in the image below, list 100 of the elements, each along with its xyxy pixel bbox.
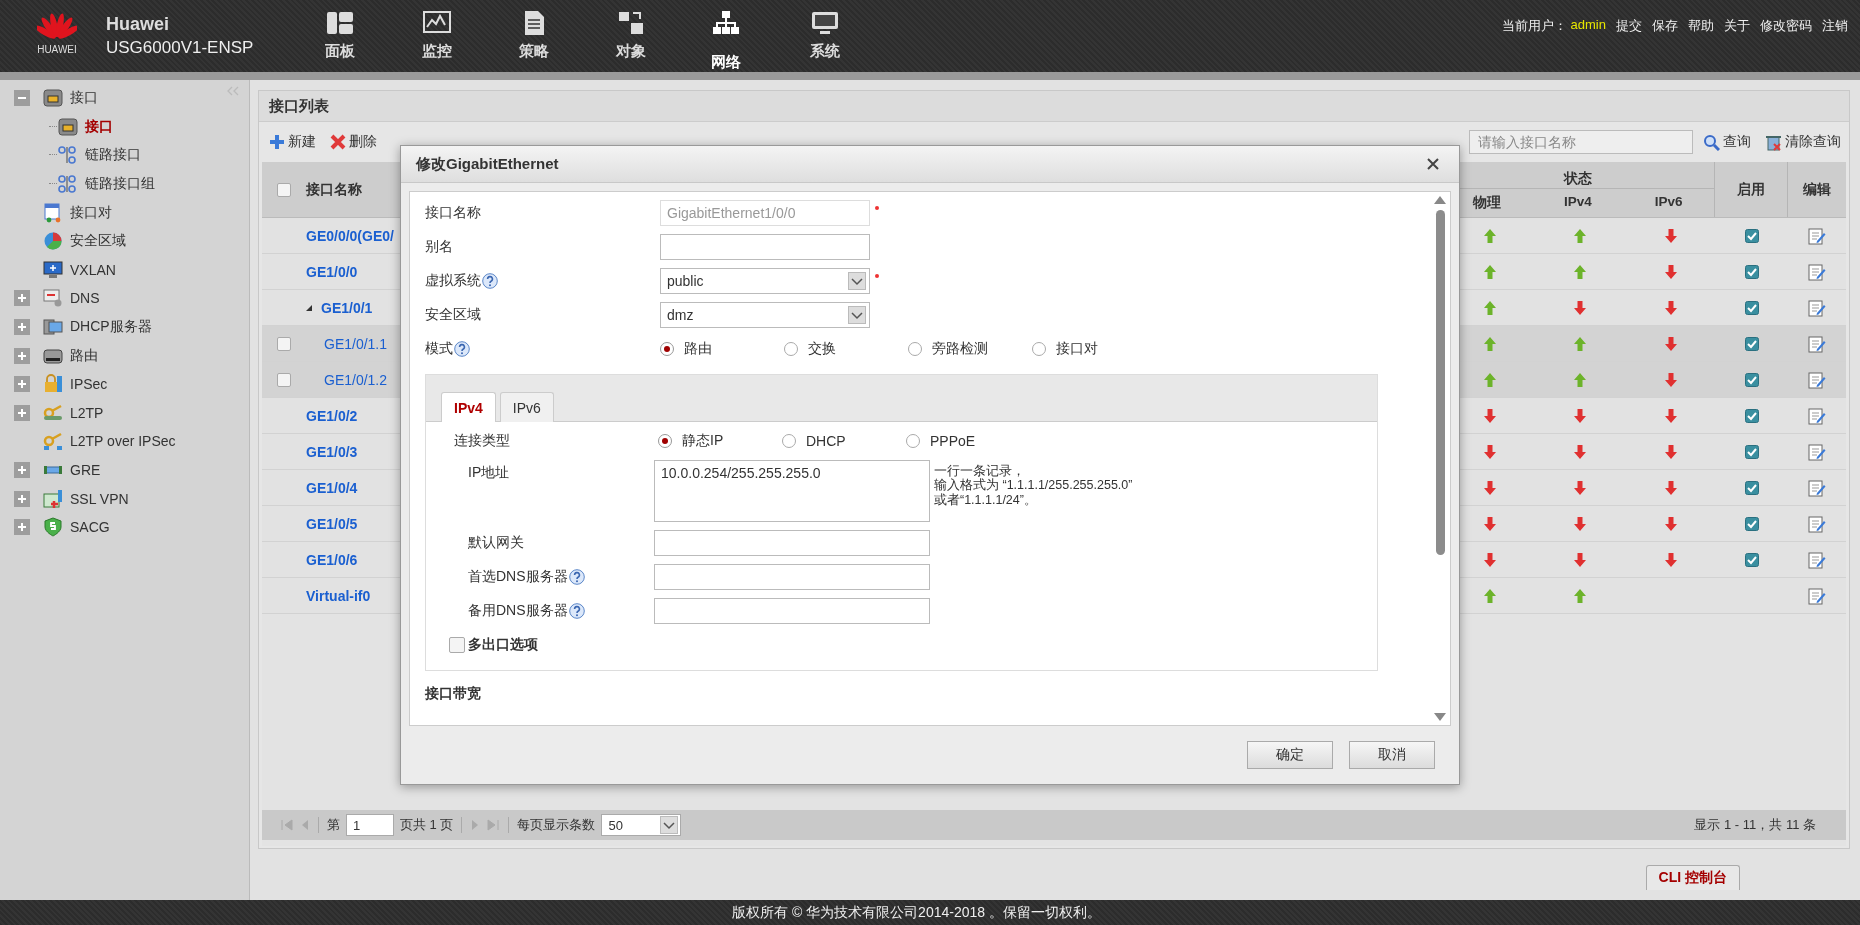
sidebar-item[interactable]: 路由 xyxy=(70,346,98,365)
edit-icon[interactable] xyxy=(1808,334,1826,353)
interface-link[interactable]: Virtual-if0 xyxy=(306,587,371,604)
enabled-checkbox[interactable] xyxy=(1745,228,1759,243)
interface-link[interactable]: GE1/0/4 xyxy=(306,479,358,496)
enabled-checkbox[interactable] xyxy=(1745,336,1759,351)
expand-toggle-icon[interactable] xyxy=(14,519,30,536)
header-link[interactable]: 提交 xyxy=(1616,17,1642,35)
dialog-button[interactable]: 取消 xyxy=(1349,741,1435,769)
delete-button[interactable]: 删除 xyxy=(330,133,377,151)
scroll-down-icon[interactable] xyxy=(1434,713,1446,721)
interface-link[interactable]: GE1/0/5 xyxy=(306,515,358,532)
edit-icon[interactable] xyxy=(1808,514,1826,533)
enabled-checkbox[interactable] xyxy=(1745,516,1759,531)
sidebar-item[interactable]: 接口 xyxy=(85,117,113,136)
nav-tab[interactable]: 系统 xyxy=(776,0,873,72)
search-button[interactable]: 查询 xyxy=(1703,133,1751,151)
enabled-checkbox[interactable] xyxy=(1745,264,1759,279)
sidebar-item[interactable]: L2TP over IPSec xyxy=(70,433,176,450)
expand-toggle-icon[interactable] xyxy=(14,290,30,307)
radio-button[interactable] xyxy=(908,342,922,356)
protocol-tab[interactable]: IPv6 xyxy=(499,392,554,422)
dropdown-field[interactable]: public xyxy=(660,268,870,294)
sidebar-item[interactable]: GRE xyxy=(70,462,101,478)
edit-icon[interactable] xyxy=(1808,370,1826,389)
sidebar-item[interactable]: SSL VPN xyxy=(70,490,129,507)
protocol-tab[interactable]: IPv4 xyxy=(441,392,496,422)
sidebar-item[interactable]: 链路接口组 xyxy=(85,175,155,194)
interface-link[interactable]: GE1/0/6 xyxy=(306,551,358,568)
edit-icon[interactable] xyxy=(1808,442,1826,461)
dropdown-field[interactable]: dmz xyxy=(660,302,870,328)
edit-icon[interactable] xyxy=(1808,586,1826,605)
enabled-checkbox[interactable] xyxy=(1745,552,1759,567)
page-size-dropdown[interactable]: 50 xyxy=(601,814,682,836)
interface-link[interactable]: GE1/0/2 xyxy=(306,407,358,424)
expand-toggle-icon[interactable] xyxy=(14,347,30,364)
sidebar-item[interactable]: L2TP xyxy=(70,404,104,421)
text-field[interactable] xyxy=(654,598,930,624)
radio-button[interactable] xyxy=(906,434,920,448)
expand-toggle-icon[interactable] xyxy=(14,404,30,421)
sidebar-item[interactable]: 安全区域 xyxy=(70,232,126,251)
radio-button[interactable] xyxy=(1032,342,1046,356)
edit-icon[interactable] xyxy=(1808,226,1826,245)
sidebar-item[interactable]: DNS xyxy=(70,290,100,307)
ip-address-field[interactable]: 10.0.0.254/255.255.255.0 xyxy=(654,460,930,522)
nav-tab[interactable]: 面板 xyxy=(291,0,388,72)
header-link[interactable]: 修改密码 xyxy=(1760,17,1812,35)
edit-icon[interactable] xyxy=(1808,550,1826,569)
interface-link[interactable]: GE1/0/0 xyxy=(306,263,358,280)
expand-toggle-icon[interactable] xyxy=(14,319,30,336)
text-field[interactable] xyxy=(660,234,870,260)
enabled-checkbox[interactable] xyxy=(1745,300,1759,315)
page-number-field[interactable]: 1 xyxy=(346,814,394,836)
sidebar-item[interactable]: 接口 xyxy=(70,89,98,108)
enabled-checkbox[interactable] xyxy=(1745,372,1759,387)
row-checkbox[interactable] xyxy=(277,336,291,351)
search-field[interactable]: 请输入接口名称 xyxy=(1469,130,1693,154)
edit-icon[interactable] xyxy=(1808,298,1826,317)
close-icon[interactable] xyxy=(1427,158,1439,170)
expand-triangle-icon[interactable] xyxy=(306,304,312,311)
row-checkbox[interactable] xyxy=(277,372,291,387)
header-link[interactable]: 注销 xyxy=(1822,17,1848,35)
header-link[interactable]: 关于 xyxy=(1724,17,1750,35)
nav-tab[interactable]: 对象 xyxy=(582,0,679,72)
multi-exit-checkbox[interactable] xyxy=(449,637,465,653)
radio-button[interactable] xyxy=(660,342,674,356)
header-link[interactable]: 保存 xyxy=(1652,17,1678,35)
interface-link[interactable]: GE1/0/1 xyxy=(321,299,373,316)
expand-toggle-icon[interactable] xyxy=(14,462,30,478)
edit-icon[interactable] xyxy=(1808,406,1826,425)
header-link[interactable]: 帮助 xyxy=(1688,17,1714,35)
sidebar-item[interactable]: DHCP服务器 xyxy=(70,318,152,337)
cli-console-tab[interactable]: CLI 控制台 xyxy=(1645,865,1740,890)
nav-tab[interactable]: 网络 xyxy=(679,0,776,72)
enabled-checkbox[interactable] xyxy=(1745,444,1759,459)
expand-toggle-icon[interactable] xyxy=(14,490,30,507)
sidebar-item[interactable]: IPSec xyxy=(70,376,108,393)
enabled-checkbox[interactable] xyxy=(1745,408,1759,423)
edit-icon[interactable] xyxy=(1808,262,1826,281)
nav-tab[interactable]: 监控 xyxy=(388,0,485,72)
dialog-button[interactable]: 确定 xyxy=(1247,741,1333,769)
radio-button[interactable] xyxy=(658,434,672,448)
interface-link[interactable]: GE1/0/1.1 xyxy=(324,335,388,352)
sidebar-item[interactable]: VXLAN xyxy=(70,261,116,278)
collapse-toggle-icon[interactable] xyxy=(14,90,30,107)
sidebar-item[interactable]: 接口对 xyxy=(70,203,112,222)
clear-search-button[interactable]: 清除查询 xyxy=(1765,133,1841,151)
radio-button[interactable] xyxy=(782,434,796,448)
interface-link[interactable]: GE1/0/1.2 xyxy=(324,371,388,388)
text-field[interactable] xyxy=(654,530,930,556)
scrollbar-thumb[interactable] xyxy=(1435,210,1445,555)
nav-tab[interactable]: 策略 xyxy=(485,0,582,72)
scroll-up-icon[interactable] xyxy=(1434,196,1446,204)
edit-icon[interactable] xyxy=(1808,478,1826,497)
interface-link[interactable]: GE1/0/3 xyxy=(306,443,358,460)
sidebar-item[interactable]: SACG xyxy=(70,519,110,536)
sidebar-item[interactable]: 链路接口 xyxy=(85,146,141,165)
expand-toggle-icon[interactable] xyxy=(14,376,30,393)
select-all-checkbox[interactable] xyxy=(277,182,291,197)
radio-button[interactable] xyxy=(784,342,798,356)
